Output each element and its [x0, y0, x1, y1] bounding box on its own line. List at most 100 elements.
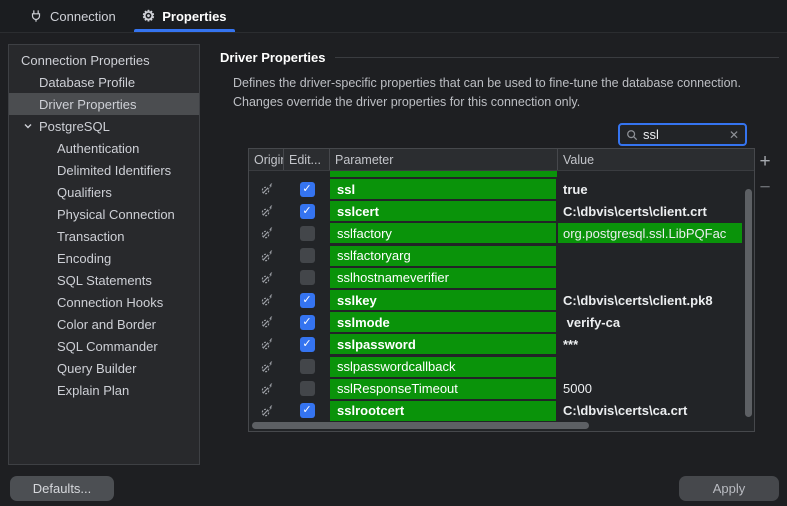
defaults-button[interactable]: Defaults... [10, 476, 114, 501]
tab-bar: Connection ⚙ Properties [0, 0, 787, 33]
sidebar-item-label: Connection Properties [21, 52, 150, 68]
value-cell[interactable]: C:\dbvis\certs\client.crt [558, 201, 742, 221]
table-row[interactable]: ✓ ssl true [249, 178, 754, 200]
value-cell[interactable]: *** [558, 334, 742, 354]
sidebar-item-qualifiers[interactable]: Qualifiers [9, 181, 199, 203]
edit-cell: ✓ [284, 292, 330, 308]
sidebar-item-delimited-identifiers[interactable]: Delimited Identifiers [9, 159, 199, 181]
driver-properties-table: Origin Edit... Parameter Value ✓ssltrue✓… [248, 148, 755, 432]
add-property-button[interactable]: + [753, 150, 777, 174]
tab-properties-label: Properties [162, 8, 227, 24]
checkbox-unchecked[interactable] [299, 381, 315, 397]
parameter-cell[interactable]: sslfactory [330, 223, 556, 244]
edit-cell: ✓ [284, 203, 330, 219]
checkbox-unchecked[interactable] [299, 248, 315, 264]
sidebar-item-postgresql[interactable]: PostgreSQL [9, 115, 199, 137]
sidebar-item-sql-statements[interactable]: SQL Statements [9, 269, 199, 291]
remove-property-button[interactable]: − [753, 176, 777, 200]
section-rule [334, 57, 779, 58]
horizontal-scrollbar[interactable] [252, 422, 589, 429]
table-row[interactable]: ✓ sslcert C:\dbvis\certs\client.crt [249, 200, 754, 222]
checkbox-checked[interactable]: ✓ [299, 403, 315, 419]
sidebar-item-label: Qualifiers [57, 184, 112, 200]
column-header-value[interactable]: Value [558, 149, 754, 170]
edit-cell: ✓ [284, 403, 330, 419]
edit-cell [284, 381, 330, 397]
edit-cell [284, 248, 330, 264]
parameter-cell[interactable]: sslcert [330, 201, 556, 222]
parameter-cell[interactable]: sslhostnameverifier [330, 267, 556, 288]
sidebar-item-connection-properties[interactable]: Connection Properties [9, 49, 199, 71]
column-header-parameter[interactable]: Parameter [330, 149, 558, 170]
clear-search-icon[interactable]: ✕ [729, 129, 739, 141]
table-row[interactable]: ✓ sslmode verify-ca [249, 311, 754, 333]
parameter-cell[interactable]: sslfactoryarg [330, 245, 556, 266]
tab-properties[interactable]: ⚙ Properties [129, 0, 240, 32]
value-cell[interactable]: org.postgresql.ssl.LibPQFac [558, 223, 742, 244]
value-cell[interactable] [558, 357, 742, 377]
column-header-edit[interactable]: Edit... [284, 149, 330, 170]
description-line-2: Changes override the driver properties f… [233, 95, 581, 109]
sidebar-item-sql-commander[interactable]: SQL Commander [9, 335, 199, 357]
description-line-1: Defines the driver-specific properties t… [233, 76, 741, 90]
table-row[interactable]: sslfactoryarg [249, 245, 754, 267]
table-row[interactable]: sslpasswordcallback [249, 356, 754, 378]
column-header-origin[interactable]: Origin [249, 149, 284, 170]
parameter-cell[interactable]: sslmode [330, 312, 556, 333]
sidebar-item-color-and-border[interactable]: Color and Border [9, 313, 199, 335]
value-cell[interactable]: 5000 [558, 379, 742, 399]
table-row[interactable]: ✓ sslkey C:\dbvis\certs\client.pk8 [249, 289, 754, 311]
sidebar-item-connection-hooks[interactable]: Connection Hooks [9, 291, 199, 313]
parameter-cell[interactable]: sslpassword [330, 334, 556, 355]
tab-connection[interactable]: Connection [16, 0, 129, 32]
sidebar-item-label: Encoding [57, 250, 112, 266]
sidebar-item-transaction[interactable]: Transaction [9, 225, 199, 247]
edit-cell: ✓ [284, 336, 330, 352]
checkbox-checked[interactable]: ✓ [299, 203, 315, 219]
sidebar-item-encoding[interactable]: Encoding [9, 247, 199, 269]
value-cell[interactable]: verify-ca [558, 312, 742, 332]
sidebar-item-label: Physical Connection [57, 206, 175, 222]
partially-scrolled-row [249, 171, 754, 178]
sidebar-item-physical-connection[interactable]: Physical Connection [9, 203, 199, 225]
sidebar-item-query-builder[interactable]: Query Builder [9, 357, 199, 379]
checkbox-unchecked[interactable] [299, 270, 315, 286]
table-row[interactable]: ✓ sslrootcert C:\dbvis\certs\ca.crt [249, 400, 754, 422]
apply-button[interactable]: Apply [679, 476, 779, 501]
parameter-cell[interactable]: sslkey [330, 290, 556, 311]
search-input[interactable]: ssl ✕ [618, 123, 747, 146]
value-cell[interactable]: C:\dbvis\certs\ca.crt [558, 401, 742, 421]
value-cell[interactable]: C:\dbvis\certs\client.pk8 [558, 290, 742, 310]
edit-cell [284, 359, 330, 375]
checkbox-checked[interactable]: ✓ [299, 314, 315, 330]
parameter-cell[interactable]: ssl [330, 179, 556, 200]
checkbox-unchecked[interactable] [299, 225, 315, 241]
checkbox-checked[interactable]: ✓ [299, 181, 315, 197]
tab-connection-label: Connection [50, 8, 116, 24]
section-header: Driver Properties [220, 50, 779, 65]
sidebar-item-database-profile[interactable]: Database Profile [9, 71, 199, 93]
properties-window: Connection ⚙ Properties Connection Prope… [0, 0, 787, 506]
sidebar-item-authentication[interactable]: Authentication [9, 137, 199, 159]
sidebar-item-label: Authentication [57, 140, 140, 156]
table-row[interactable]: sslResponseTimeout 5000 [249, 378, 754, 400]
parameter-cell[interactable]: sslpasswordcallback [330, 356, 556, 377]
parameter-cell[interactable]: sslResponseTimeout [330, 378, 556, 399]
checkbox-unchecked[interactable] [299, 359, 315, 375]
parameter-cell[interactable]: sslrootcert [330, 400, 556, 421]
vertical-scrollbar[interactable] [745, 189, 752, 417]
checkbox-checked[interactable]: ✓ [299, 336, 315, 352]
value-cell[interactable]: true [558, 179, 742, 199]
edit-cell [284, 270, 330, 286]
sidebar-item-driver-properties[interactable]: Driver Properties [9, 93, 199, 115]
table-row[interactable]: sslfactory org.postgresql.ssl.LibPQFac [249, 222, 754, 244]
table-row[interactable]: sslhostnameverifier [249, 267, 754, 289]
search-icon [626, 129, 638, 141]
checkbox-checked[interactable]: ✓ [299, 292, 315, 308]
value-cell[interactable] [558, 246, 742, 266]
value-cell[interactable] [558, 268, 742, 288]
chevron-down-icon[interactable] [21, 119, 35, 133]
gear-icon: ⚙ [141, 8, 156, 25]
table-row[interactable]: ✓ sslpassword *** [249, 333, 754, 355]
sidebar-item-explain-plan[interactable]: Explain Plan [9, 379, 199, 401]
